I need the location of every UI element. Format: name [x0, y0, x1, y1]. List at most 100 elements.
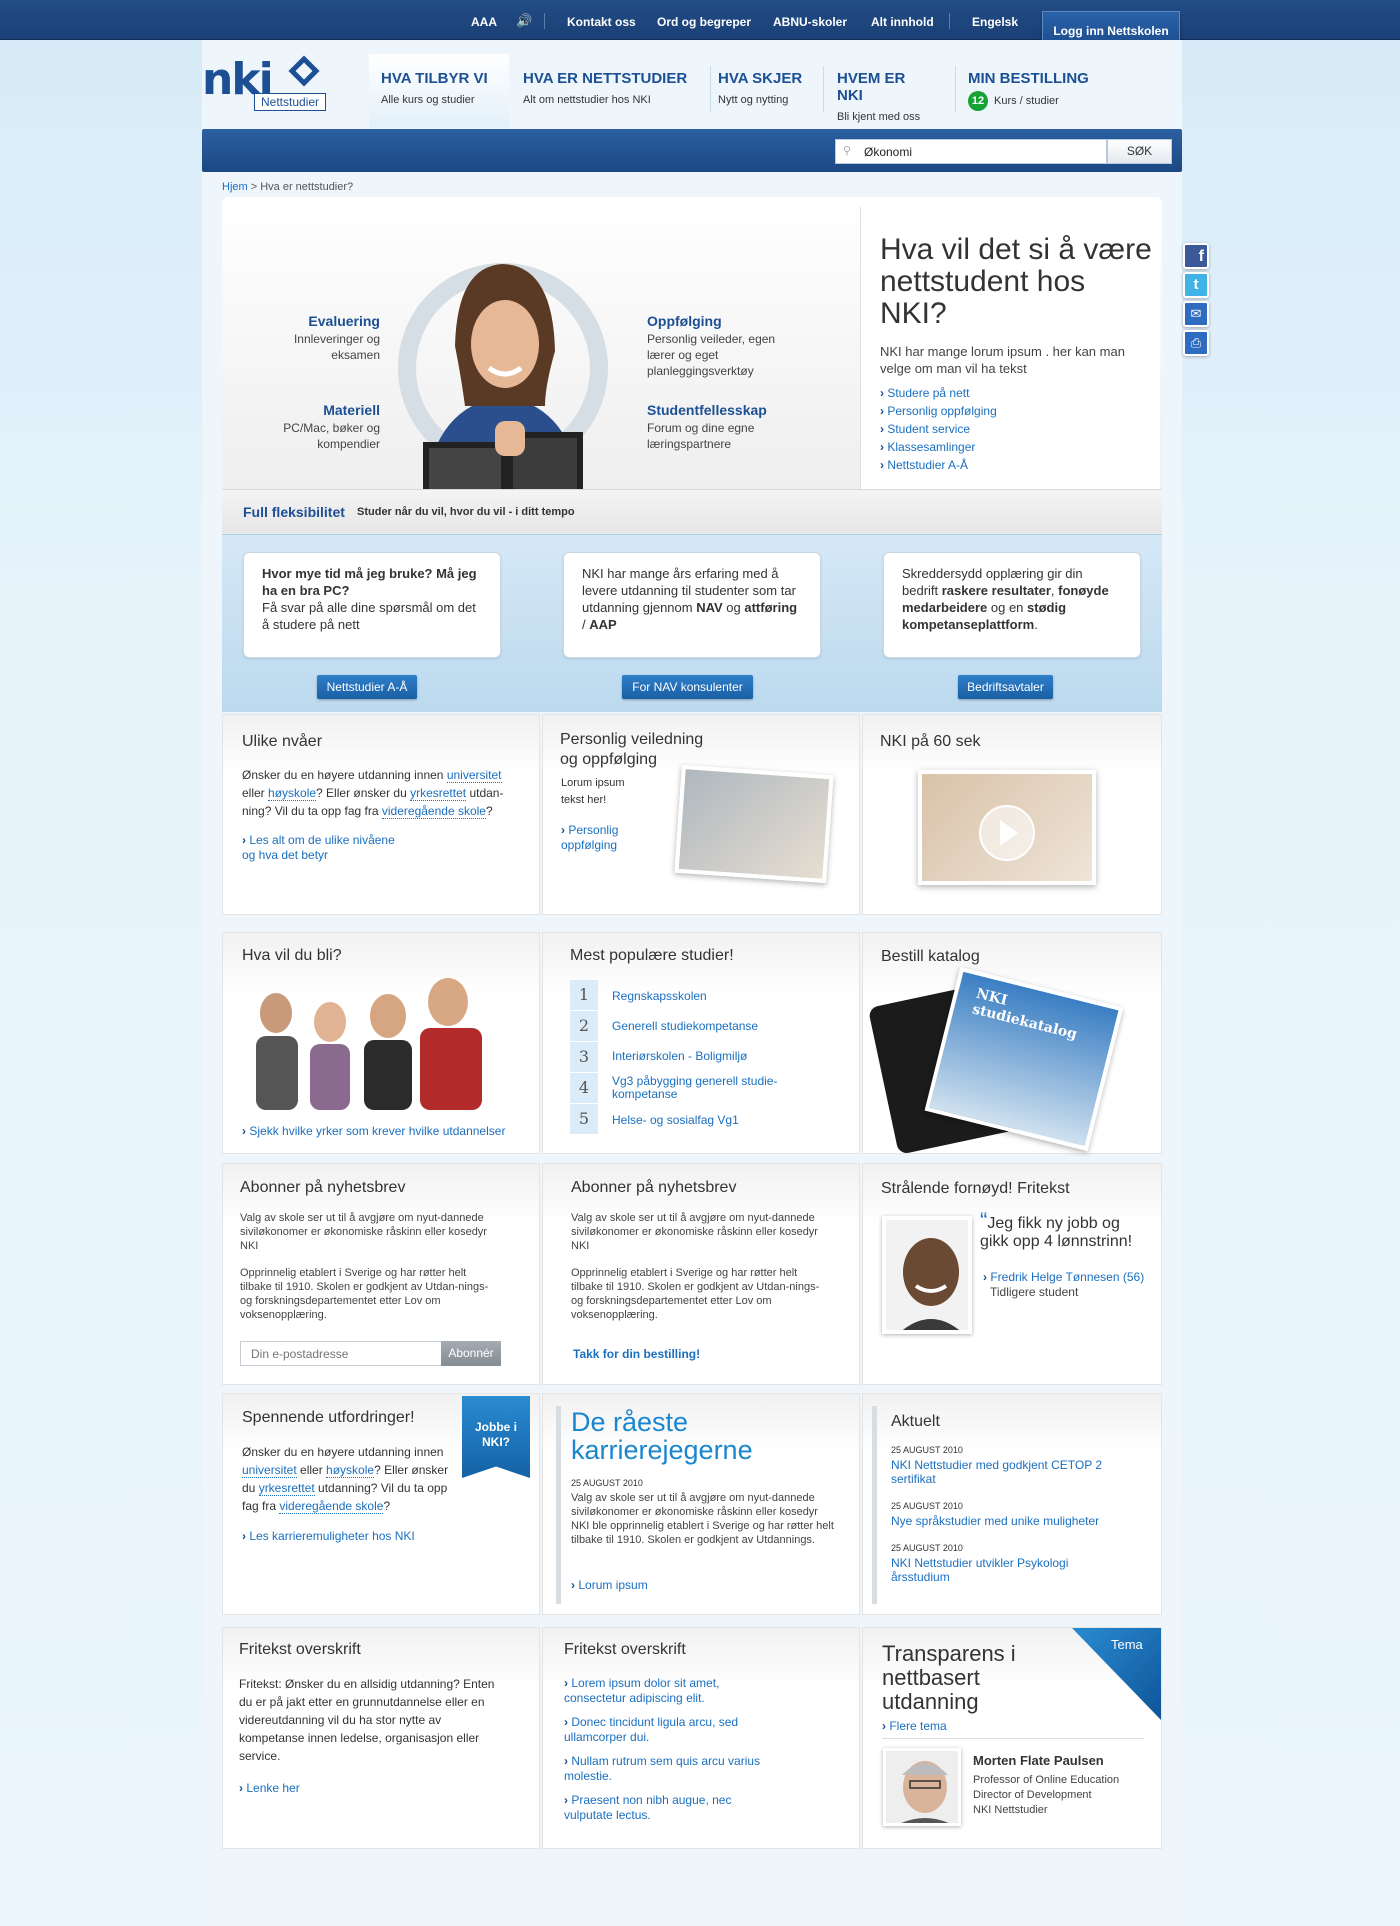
author-roles: Professor of Online Education Director of…: [973, 1774, 1120, 1816]
college-link[interactable]: høyskole: [268, 786, 317, 801]
vocational-link[interactable]: yrkesrettet: [410, 786, 467, 801]
email-input[interactable]: [240, 1341, 442, 1366]
freetext-list-link[interactable]: Praesent non nibh augue, nec vulputate l…: [564, 1793, 774, 1823]
group-photo: [256, 978, 482, 1110]
tutoring-photo: [674, 764, 834, 884]
nav-what-we-offer[interactable]: HVA TILBYR VI Alle kurs og studier: [369, 54, 509, 128]
hunters-text: Valg av skole ser ut til å avgjøre om ny…: [571, 1492, 834, 1546]
nav-what-is-online-study[interactable]: HVA ER NETTSTUDIER Alt om nettstudier hos…: [511, 54, 709, 128]
nav-whats-happening[interactable]: HVA SKJER Nytt og nytting: [706, 54, 818, 128]
divider: [882, 1738, 1144, 1739]
news-title: Aktuelt: [891, 1413, 940, 1430]
hero-link[interactable]: Klassesamlinger: [880, 438, 997, 456]
rank-number: 2: [570, 1011, 598, 1041]
freetext-list-link[interactable]: Nullam rutrum sem quis arcu varius moles…: [564, 1754, 774, 1784]
breadcrumb: Hjem > Hva er nettstudier?: [222, 181, 354, 193]
nav-who-is-nki[interactable]: HVEM ER NKI Bli kjent med oss: [825, 54, 945, 128]
career-opportunities-link[interactable]: Les karrieremuligheter hos NKI: [242, 1529, 414, 1544]
author-photo: [883, 1748, 961, 1826]
career-link[interactable]: Sjekk hvilke yrker som krever hvilke utd…: [242, 1124, 532, 1139]
nav-divider: [823, 66, 824, 112]
newsletter-text: Valg av skole ser ut til å avgjøre om ny…: [571, 1212, 818, 1252]
popular-study-link[interactable]: Generell studiekompetanse: [612, 1019, 758, 1033]
freetext-list-link[interactable]: Lorem ipsum dolor sit amet, consectetur …: [564, 1676, 774, 1706]
hunters-link[interactable]: Lorum ipsum: [571, 1578, 647, 1593]
university-link[interactable]: universitet: [446, 768, 502, 783]
guidance-link[interactable]: Personlig oppfølging: [561, 823, 641, 853]
challenges-title: Spennende utfordringer!: [242, 1409, 415, 1426]
rank-number: 1: [570, 980, 598, 1010]
hunters-date: 25 AUGUST 2010: [571, 1478, 643, 1488]
newsletter-text: Opprinnelig etablert i Sverige og har rø…: [571, 1267, 820, 1321]
college-link[interactable]: høyskole: [326, 1463, 375, 1478]
upper-secondary-link[interactable]: videregående skole: [279, 1499, 384, 1514]
more-themes-link[interactable]: Flere tema: [882, 1719, 946, 1734]
jobs-ribbon[interactable]: Jobbe i NKI?: [462, 1396, 530, 1478]
text-size-button[interactable]: AAA: [471, 15, 497, 29]
theme-tag: Tema: [1111, 1637, 1143, 1652]
levels-link[interactable]: Les alt om de ulike nivåene og hva det b…: [242, 833, 402, 863]
hero-link[interactable]: Studere på nett: [880, 384, 997, 402]
theme-title: Transparens i nettbasert utdanning: [882, 1641, 1016, 1714]
levels-text: Ønsker du en høyere utdanning innen univ…: [242, 768, 504, 819]
rank-number: 4: [570, 1073, 598, 1103]
newsletter-title: Abonner på nyhetsbrev: [571, 1179, 737, 1196]
nav-consultants-button[interactable]: For NAV konsulenter: [622, 675, 753, 699]
freetext-list-link[interactable]: Donec tincidunt ligula arcu, sed ullamco…: [564, 1715, 774, 1745]
speaker-icon[interactable]: 🔊: [516, 13, 532, 29]
play-triangle-icon: [1000, 820, 1018, 846]
logo-subtitle[interactable]: Nettstudier: [254, 93, 327, 111]
breadcrumb-home[interactable]: Hjem: [222, 181, 248, 193]
university-link[interactable]: universitet: [242, 1463, 297, 1478]
upper-secondary-link[interactable]: videregående skole: [381, 804, 486, 819]
twitter-icon[interactable]: t: [1183, 272, 1209, 298]
newsletter-text: Opprinnelig etablert i Sverige og har rø…: [240, 1267, 489, 1321]
hero-title: Hva vil det si å være nettstudent hos NK…: [880, 233, 1152, 330]
hero-link[interactable]: Student service: [880, 420, 997, 438]
popular-study-link[interactable]: Vg3 påbygging generell studie-kompetanse: [612, 1075, 792, 1101]
feature-follow-up: Oppfølging Personlig veileder, egen lærer…: [647, 313, 776, 378]
news-date: 25 AUGUST 2010: [891, 1543, 963, 1553]
contact-link[interactable]: Kontakt oss: [567, 15, 636, 29]
print-icon[interactable]: ⎙: [1183, 330, 1209, 356]
divider: [949, 13, 950, 29]
feature-community: Studentfellesskap Forum og dine egne læri…: [647, 402, 767, 451]
divider: [872, 1406, 877, 1604]
glossary-link[interactable]: Ord og begreper: [657, 15, 751, 29]
testimonial-quote: “Jeg fikk ny jobb og gikk opp 4 lønnstri…: [980, 1208, 1133, 1251]
divider: [544, 13, 545, 29]
challenges-text: Ønsker du en høyere utdanning innen univ…: [242, 1445, 449, 1514]
nav-my-order[interactable]: MIN BESTILLING 12 Kurs / studier: [956, 54, 1106, 128]
email-icon[interactable]: ✉: [1183, 301, 1209, 327]
news-link[interactable]: Nye språkstudier med unike muligheter: [891, 1514, 1111, 1528]
facebook-icon[interactable]: f: [1183, 243, 1209, 269]
abnu-link[interactable]: ABNU-skoler: [773, 15, 847, 29]
subscribe-button[interactable]: Abonnér: [441, 1341, 501, 1366]
news-link[interactable]: NKI Nettstudier med godkjent CETOP 2 ser…: [891, 1458, 1111, 1486]
all-content-link[interactable]: Alt innhold: [871, 15, 934, 29]
popular-study-link[interactable]: Interiørskolen - Boligmiljø: [612, 1049, 747, 1063]
student-portrait: [398, 263, 608, 490]
news-link[interactable]: NKI Nettstudier utvikler Psykologi årsst…: [891, 1556, 1111, 1584]
search-button[interactable]: SØK: [1107, 139, 1172, 164]
hero-link[interactable]: Nettstudier A-Å: [880, 456, 997, 474]
popular-study-link[interactable]: Regnskapsskolen: [612, 989, 707, 1003]
catalog-title: Bestill katalog: [881, 948, 980, 965]
popular-study-link[interactable]: Helse- og sosialfag Vg1: [612, 1113, 739, 1127]
english-link[interactable]: Engelsk: [972, 15, 1018, 29]
testimonial-name-link[interactable]: Fredrik Helge Tønnesen (56): [983, 1270, 1144, 1285]
online-studies-az-button[interactable]: Nettstudier A-Å: [317, 675, 417, 699]
business-agreements-button[interactable]: Bedriftsavtaler: [958, 675, 1053, 699]
search-input[interactable]: Økonomi: [835, 139, 1107, 164]
vocational-link[interactable]: yrkesrettet: [258, 1481, 315, 1496]
hero-link[interactable]: Personlig oppfølging: [880, 402, 996, 420]
guidance-text: Lorum ipsum tekst her!: [561, 777, 625, 806]
info-bubble-nav: NKI har mange års erfaring med å levere …: [563, 552, 821, 658]
freetext-title: Fritekst overskrift: [564, 1641, 686, 1658]
guidance-title: Personlig veiledning og oppfølging: [560, 731, 704, 768]
freetext-text: Fritekst: Ønsker du en allsidig utdannin…: [239, 1677, 495, 1763]
freetext-link[interactable]: Lenke her: [239, 1781, 299, 1796]
news-date: 25 AUGUST 2010: [891, 1445, 963, 1455]
rank-number: 3: [570, 1042, 598, 1072]
hunters-title: De råeste karrierejegerne: [571, 1407, 753, 1465]
